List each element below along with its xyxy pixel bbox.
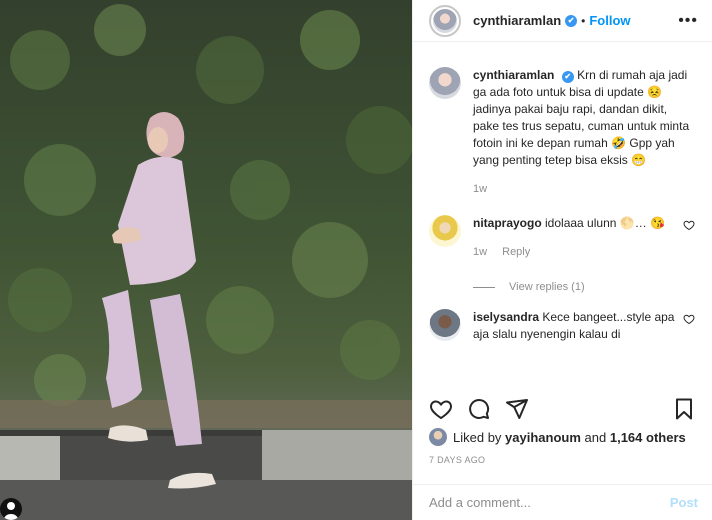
follow-button[interactable]: Follow	[589, 13, 630, 28]
caption-row: cynthiaramlan ✔ Krn di rumah aja jadi ga…	[413, 67, 712, 198]
post-header: cynthiaramlan ✔ • Follow •••	[413, 0, 712, 42]
comment-icon[interactable]	[467, 397, 491, 421]
commenter-avatar[interactable]	[429, 309, 461, 341]
post-side-panel: cynthiaramlan ✔ • Follow ••• cynthiaraml…	[412, 0, 712, 520]
small-heart-icon[interactable]	[683, 313, 696, 343]
likes-count-link[interactable]: 1,164 others	[610, 430, 686, 445]
view-replies-button[interactable]: View replies (1)	[473, 281, 712, 293]
add-comment-bar: Post	[413, 484, 712, 520]
caption-avatar[interactable]	[429, 67, 461, 99]
more-options-icon[interactable]: •••	[678, 12, 698, 30]
commenter-username[interactable]: nitaprayogo	[473, 216, 542, 230]
header-separator: •	[581, 13, 586, 28]
likes-summary: Liked by yayihanoum and 1,164 others	[429, 428, 696, 446]
bookmark-icon[interactable]	[672, 397, 696, 421]
liker-username[interactable]: yayihanoum	[505, 430, 581, 445]
photo-illustration	[0, 4, 412, 520]
comment-input[interactable]	[429, 495, 670, 510]
view-replies-label: View replies (1)	[509, 281, 585, 293]
caption-text: Krn di rumah aja jadi ga ada foto untuk …	[473, 68, 690, 167]
caption-meta: 1w	[473, 181, 693, 198]
comment-item: iselysandra Kece bangeet...style apa aja…	[413, 309, 712, 343]
comments-list[interactable]: cynthiaramlan ✔ Krn di rumah aja jadi ga…	[413, 55, 712, 385]
commenter-username[interactable]: iselysandra	[473, 310, 539, 324]
liked-by-connector: and	[584, 429, 607, 445]
liked-by-prefix: Liked by	[453, 429, 502, 445]
small-heart-icon[interactable]	[683, 219, 696, 261]
author-avatar[interactable]	[429, 4, 461, 37]
caption-age: 1w	[473, 183, 488, 195]
caption-username[interactable]: cynthiaramlan	[473, 68, 554, 82]
author-username[interactable]: cynthiaramlan	[473, 13, 561, 28]
user-tag-icon[interactable]	[0, 498, 22, 520]
comment-item: nitaprayogo idolaaa ulunn 🌕… 😘 1w Reply	[413, 215, 712, 261]
post-date[interactable]: 7 DAYS AGO	[429, 455, 485, 465]
share-icon[interactable]	[505, 397, 529, 421]
action-bar	[413, 396, 712, 422]
comment-age: 1w	[473, 246, 488, 258]
verified-badge-icon: ✔	[565, 14, 578, 27]
comment-text: idolaaa ulunn 🌕… 😘	[545, 216, 665, 230]
caption-verified-icon: ✔	[561, 71, 574, 83]
liker-avatar[interactable]	[429, 428, 447, 446]
comment-meta: 1w Reply	[473, 244, 683, 261]
heart-icon[interactable]	[429, 397, 453, 421]
reply-button[interactable]: Reply	[502, 246, 530, 258]
commenter-avatar[interactable]	[429, 215, 461, 247]
post-comment-button[interactable]: Post	[670, 495, 698, 510]
post-photo[interactable]	[0, 0, 412, 520]
